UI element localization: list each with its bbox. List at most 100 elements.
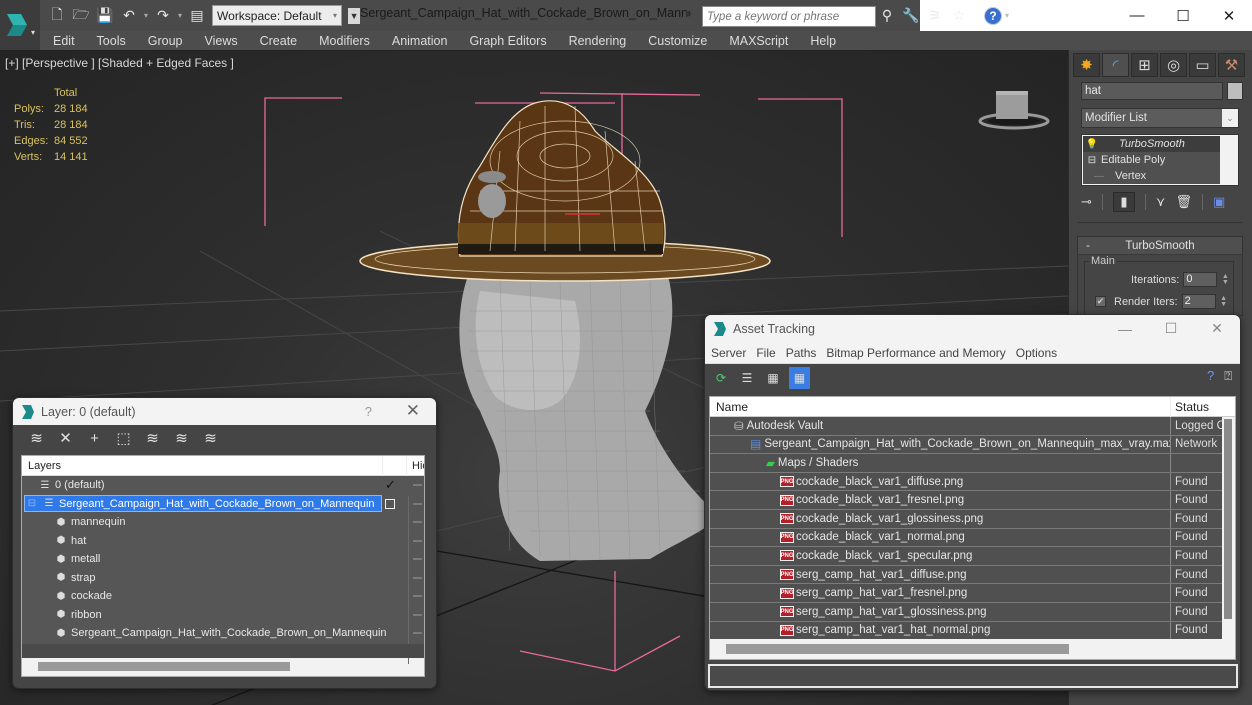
iterations-spinner[interactable]: 0 xyxy=(1183,272,1218,287)
binoculars-icon[interactable]: ⚲ xyxy=(878,6,896,24)
asset-row[interactable]: PNG cockade_black_var1_diffuse.png Found xyxy=(710,472,1222,492)
redo-icon[interactable]: ↷ xyxy=(154,7,172,25)
help-icon[interactable]: ? xyxy=(1207,368,1214,384)
asset-row[interactable]: ▰ Maps / Shaders xyxy=(710,454,1222,473)
hide-toggle[interactable] xyxy=(413,558,422,560)
star-icon[interactable]: ☆ xyxy=(950,6,968,24)
object-row[interactable]: ⬢ cockade xyxy=(22,587,424,606)
spinner-arrows-icon[interactable]: ▲ ▼ xyxy=(1218,294,1230,309)
make-unique-icon[interactable]: ⋎ xyxy=(1156,194,1166,210)
menu-maxscript[interactable]: MAXScript xyxy=(718,34,799,48)
title-overflow-arrow-icon[interactable]: ▶ xyxy=(686,9,692,18)
viewport-label[interactable]: [+] [Perspective ] [Shaded + Edged Faces… xyxy=(5,56,234,70)
hide-unhide-layers-icon[interactable]: ≋ xyxy=(172,429,191,448)
motion-tab-icon[interactable]: ◎ xyxy=(1160,53,1187,77)
minimize-button[interactable]: — xyxy=(1102,315,1148,342)
search-input[interactable] xyxy=(702,6,876,27)
hide-toggle[interactable] xyxy=(413,484,422,486)
modify-tab-icon[interactable]: ◜ xyxy=(1102,53,1129,77)
open-file-icon[interactable]: 🗁 xyxy=(72,6,90,25)
asset-row[interactable]: PNG cockade_black_var1_normal.png Found xyxy=(710,528,1222,548)
asset-row[interactable]: PNG serg_camp_hat_var1_diffuse.png Found xyxy=(710,565,1222,585)
menu-tools[interactable]: Tools xyxy=(86,34,137,48)
select-objects-in-layer-icon[interactable]: ⬚ xyxy=(114,429,133,448)
menu-graph-editors[interactable]: Graph Editors xyxy=(458,34,557,48)
layer-row[interactable]: ☰ 0 (default) ✓ xyxy=(22,476,424,495)
rollout-header[interactable]: - TurboSmooth xyxy=(1078,237,1242,255)
maximize-button[interactable]: ☐ xyxy=(1148,315,1194,342)
asset-row[interactable]: PNG serg_camp_hat_var1_fresnel.png Found xyxy=(710,584,1222,603)
menu-create[interactable]: Create xyxy=(249,34,309,48)
column-header-status[interactable]: Status xyxy=(1170,396,1222,417)
object-row[interactable]: ⬢ strap xyxy=(22,569,424,588)
asset-row[interactable]: PNG cockade_black_var1_glossiness.png Foun… xyxy=(710,509,1222,529)
collapse-minus-icon[interactable]: ⊟ xyxy=(1083,155,1101,166)
horizontal-scrollbar[interactable] xyxy=(38,662,290,671)
remove-modifier-icon[interactable]: 🗑 xyxy=(1175,194,1192,210)
column-header-name[interactable]: Name xyxy=(710,400,1170,414)
menu-views[interactable]: Views xyxy=(193,34,248,48)
help-button[interactable]: ? xyxy=(365,404,372,419)
horizontal-scrollbar[interactable] xyxy=(726,644,1069,654)
dialog-title-bar[interactable]: Asset Tracking — ☐ ✕ xyxy=(705,315,1240,342)
hide-toggle[interactable] xyxy=(413,502,422,505)
object-row[interactable]: ⬢ mannequin xyxy=(22,513,424,532)
redo-dropdown-icon[interactable]: ▾ xyxy=(178,11,182,20)
path-status-field[interactable] xyxy=(708,664,1238,688)
modifier-list-dropdown[interactable]: Modifier List ⌄ xyxy=(1081,108,1239,128)
create-tab-icon[interactable]: ✸ xyxy=(1073,53,1100,77)
column-header-layers[interactable]: Layers xyxy=(22,460,382,472)
menu-server[interactable]: Server xyxy=(705,346,751,360)
object-row[interactable]: ⬢ ribbon xyxy=(22,606,424,625)
list-view-icon[interactable]: ☰ xyxy=(737,368,757,388)
menu-customize[interactable]: Customize xyxy=(637,34,718,48)
column-header-current[interactable] xyxy=(382,455,406,476)
menu-animation[interactable]: Animation xyxy=(381,34,459,48)
viewcube-icon[interactable] xyxy=(976,87,1052,131)
dialog-title-bar[interactable]: Layer: 0 (default) ? ✕ xyxy=(13,398,436,425)
object-row[interactable]: ⬢ metall xyxy=(22,550,424,569)
layer-row[interactable]: ⊟ ☰ Sergeant_Campaign_Hat_with_Cockade_Bro… xyxy=(22,495,424,514)
expand-toggle-icon[interactable]: ⊟ xyxy=(25,498,39,509)
stack-item-vertex[interactable]: — Vertex xyxy=(1083,168,1220,184)
asset-row[interactable]: PNG cockade_black_var1_fresnel.png Found xyxy=(710,491,1222,510)
project-folder-icon[interactable]: ▤ xyxy=(188,7,206,25)
new-file-icon[interactable]: 🗋 xyxy=(48,6,66,25)
new-layer-icon[interactable]: ≋ xyxy=(27,429,46,448)
thumbnail-view-icon[interactable]: ▦ xyxy=(763,368,783,388)
refresh-icon[interactable]: ⟳ xyxy=(711,368,731,388)
lightbulb-icon[interactable]: 💡 xyxy=(1083,139,1101,150)
satellite-icon[interactable]: ⚞ xyxy=(926,6,944,24)
table-view-icon[interactable]: ▦ xyxy=(789,367,810,389)
asset-row[interactable]: PNG serg_camp_hat_var1_glossiness.png Foun… xyxy=(710,602,1222,622)
spinner-arrows-icon[interactable]: ▲ ▼ xyxy=(1219,272,1231,287)
render-iters-spinner[interactable]: 2 xyxy=(1181,294,1216,309)
help-button[interactable]: ? xyxy=(984,7,1002,25)
hide-toggle[interactable] xyxy=(413,613,422,616)
menu-group[interactable]: Group xyxy=(137,34,194,48)
close-button[interactable]: ✕ xyxy=(406,401,420,421)
asset-row[interactable]: ⛁ Autodesk Vault Logged C xyxy=(710,417,1222,436)
menu-rendering[interactable]: Rendering xyxy=(558,34,638,48)
object-name-field[interactable]: hat xyxy=(1081,82,1223,100)
key-icon[interactable]: 🔧 xyxy=(902,6,920,24)
asset-row[interactable]: PNG serg_camp_hat_var1_hat_normal.png Foun… xyxy=(710,621,1222,639)
save-file-icon[interactable]: 💾 xyxy=(96,7,114,25)
customize-toolbar-icon[interactable]: ▼ xyxy=(348,7,361,24)
set-current-checkbox[interactable] xyxy=(385,498,395,509)
object-row[interactable]: ⬢ Sergeant_Campaign_Hat_with_Cockade_Brow… xyxy=(22,624,424,643)
column-header-hide[interactable]: Hic xyxy=(406,455,424,476)
delete-layer-icon[interactable]: ✕ xyxy=(56,429,75,448)
minimize-button[interactable]: — xyxy=(1114,0,1160,31)
hide-toggle[interactable] xyxy=(413,595,422,597)
menu-modifiers[interactable]: Modifiers xyxy=(308,34,381,48)
close-button[interactable]: ✕ xyxy=(1194,315,1240,342)
close-button[interactable]: ✕ xyxy=(1206,0,1252,31)
hide-toggle[interactable] xyxy=(413,632,422,634)
undo-icon[interactable]: ↶ xyxy=(120,7,138,25)
menu-help[interactable]: Help xyxy=(799,34,847,48)
undo-dropdown-icon[interactable]: ▾ xyxy=(144,11,148,20)
menu-options[interactable]: Options xyxy=(1011,346,1062,360)
application-menu-button[interactable]: ▾ xyxy=(0,0,40,50)
asset-row[interactable]: ▤ Sergeant_Campaign_Hat_with_Cockade_Brow… xyxy=(710,435,1222,455)
